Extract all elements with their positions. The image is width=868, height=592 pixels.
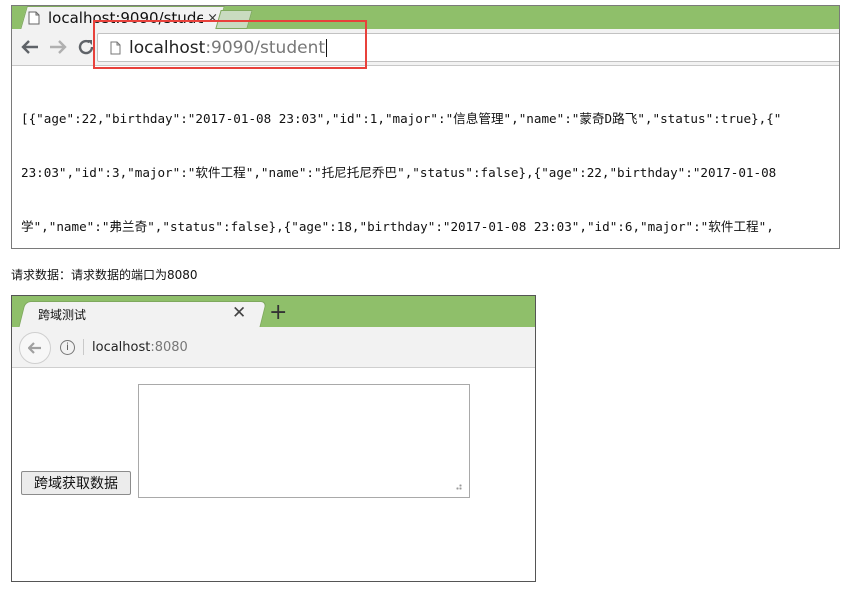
back-arrow-icon[interactable]: [19, 36, 41, 58]
divider: [83, 339, 84, 355]
json-response: [{"age":22,"birthday":"2017-01-08 23:03"…: [21, 74, 839, 248]
page-content: [{"age":22,"birthday":"2017-01-08 23:03"…: [12, 66, 839, 248]
close-tab-icon[interactable]: ✕: [232, 303, 246, 323]
address-port: :8080: [150, 339, 188, 355]
resize-grip-icon[interactable]: [453, 481, 462, 490]
address-url[interactable]: localhost:8080: [92, 340, 188, 355]
page-icon: [28, 11, 40, 25]
new-tab-button[interactable]: +: [269, 300, 287, 325]
browser-window-cors-test: 跨域测试 ✕ + i localhost:8080 跨域获取数据: [11, 295, 536, 582]
address-highlight-box: [93, 20, 367, 69]
tab-title: 跨域测试: [38, 308, 87, 322]
address-host: localhost: [92, 339, 151, 355]
caption-text: 请求数据：请求数据的端口为8080: [11, 268, 198, 282]
result-textarea[interactable]: [138, 384, 470, 498]
json-line: 23:03","id":3,"major":"软件工程","name":"托尼托…: [21, 165, 777, 180]
back-arrow-icon[interactable]: [19, 332, 51, 364]
info-icon[interactable]: i: [60, 339, 75, 355]
json-line: [{"age":22,"birthday":"2017-01-08 23:03"…: [21, 111, 782, 126]
cors-fetch-button[interactable]: 跨域获取数据: [21, 471, 131, 495]
page-content: 跨域获取数据: [12, 368, 535, 581]
json-line: 学","name":"弗兰奇","status":false},{"age":1…: [21, 219, 774, 234]
forward-arrow-icon[interactable]: [47, 36, 69, 58]
tab-strip: 跨域测试 ✕ +: [12, 296, 535, 329]
address-bar[interactable]: i localhost:8080: [52, 333, 535, 361]
browser-toolbar: i localhost:8080: [12, 327, 535, 368]
